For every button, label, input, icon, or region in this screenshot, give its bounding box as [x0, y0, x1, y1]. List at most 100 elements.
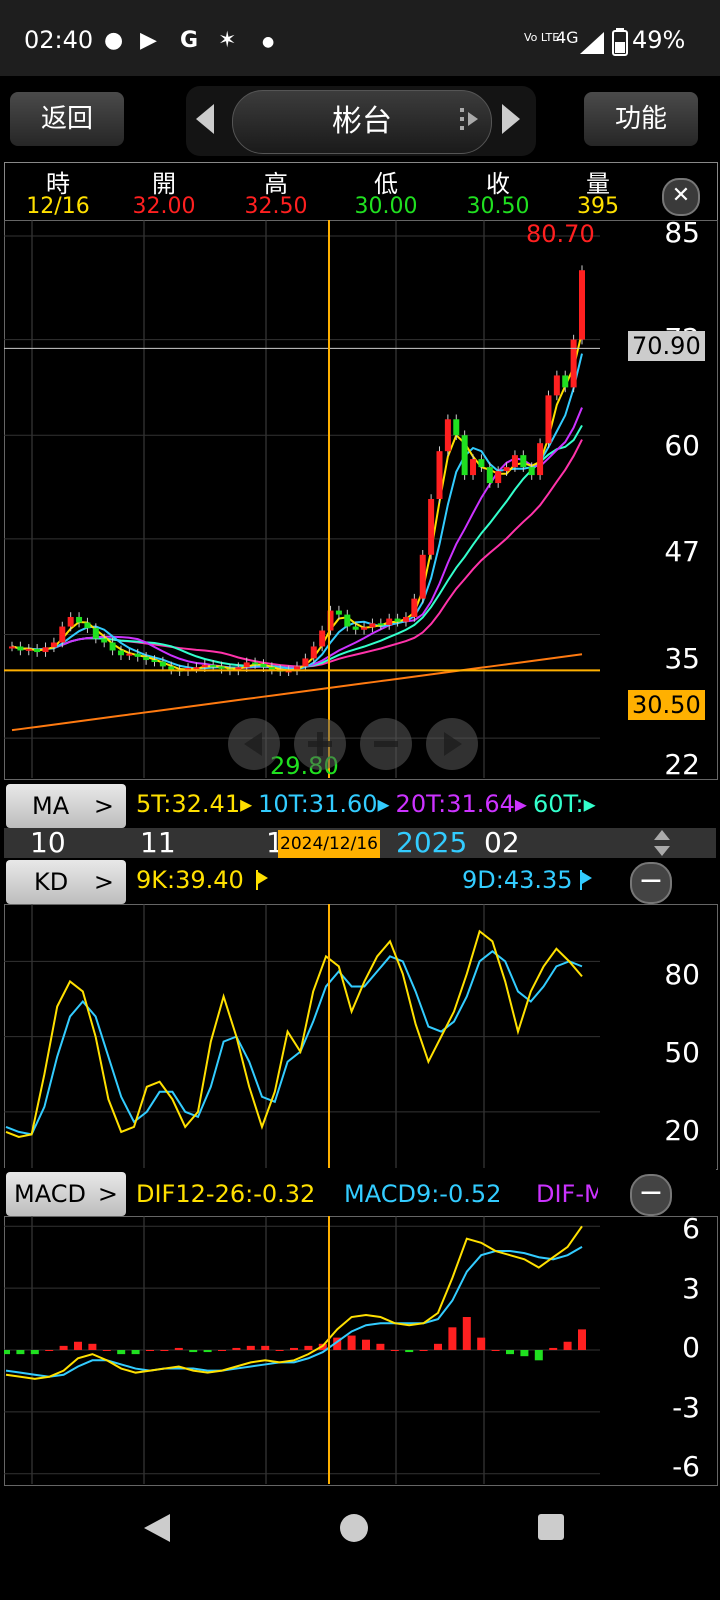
macd-histogram-bar: [506, 1350, 514, 1355]
price-chart[interactable]: [4, 220, 600, 778]
candle-body: [545, 395, 552, 444]
candle-body: [67, 616, 74, 627]
ma-value: 10T:31.60▸: [258, 790, 390, 818]
candle-body: [84, 622, 91, 629]
macd-axis-label: 0: [682, 1331, 700, 1364]
price-axis-label: 22: [664, 748, 700, 781]
macd-histogram-bar: [160, 1350, 169, 1351]
year-label: 2025: [396, 826, 468, 859]
prev-stock-icon[interactable]: [196, 104, 218, 134]
macd-axis-label: 6: [682, 1212, 700, 1245]
chevron-right-icon: >: [93, 792, 114, 820]
selected-date-tag: 2024/12/16: [278, 830, 380, 858]
macd-histogram-bar: [520, 1350, 529, 1357]
macd-axis-label: -3: [672, 1390, 700, 1424]
candle-body: [92, 628, 99, 639]
macd-button-label: MACD: [14, 1180, 86, 1208]
collapse-macd-button[interactable]: −: [630, 1174, 672, 1216]
macd-histogram-bar: [290, 1347, 298, 1350]
drag-handle-icon[interactable]: [458, 106, 480, 132]
home-nav-icon[interactable]: [338, 1512, 370, 1544]
candle-body: [402, 616, 409, 622]
candle-body: [310, 646, 317, 659]
candle-body: [243, 662, 250, 668]
macd-axis-label: 3: [682, 1271, 700, 1305]
time-label-nov: 11: [140, 826, 176, 859]
kd-axis-label: 50: [664, 1036, 700, 1069]
resize-handle-icon[interactable]: [654, 830, 670, 856]
close-icon[interactable]: ✕: [662, 178, 700, 216]
ma-button[interactable]: MA >: [6, 784, 126, 828]
play-button[interactable]: [426, 718, 478, 770]
ma-value: 5T:32.41▸: [136, 790, 253, 818]
candle-body: [419, 554, 426, 599]
macd-histogram-bar: [491, 1350, 500, 1351]
chevron-right-icon: >: [97, 1180, 118, 1208]
candle-body: [562, 375, 569, 388]
candle-body: [201, 664, 208, 668]
function-button[interactable]: 功能: [584, 92, 698, 146]
macd-histogram-bar: [189, 1350, 198, 1353]
candle-body: [151, 660, 158, 663]
youtube-icon: ▶: [140, 28, 157, 53]
volte-icon: Vo LTE: [524, 31, 560, 44]
recents-nav-icon[interactable]: [536, 1512, 566, 1542]
zoom-out-button[interactable]: [360, 718, 412, 770]
network-type: 4G: [556, 28, 579, 47]
macd-histogram-bar: [304, 1345, 313, 1350]
quote-value: 30.50: [466, 194, 530, 219]
candle-body: [537, 443, 544, 476]
macd-osc-value: DIF-M: [536, 1180, 598, 1208]
candle-body: [511, 455, 518, 468]
candle-body: [377, 623, 384, 626]
kd-d-value: 9D:43.35: [462, 866, 573, 894]
macd-histogram-bar: [45, 1350, 54, 1351]
collapse-kd-button[interactable]: −: [630, 862, 672, 904]
candle-body: [520, 455, 527, 468]
candle-body: [579, 270, 585, 340]
candle-body: [352, 626, 359, 630]
kd-button-label: KD: [34, 868, 69, 896]
flag-icon: [256, 870, 268, 890]
stock-name[interactable]: 彬台: [232, 90, 492, 154]
more-dot-icon: ●: [262, 34, 275, 50]
current-price-tag: 30.50: [628, 690, 705, 720]
macd-dif-line: [5, 1225, 583, 1380]
macd-histogram-bar: [578, 1329, 586, 1350]
candle-body: [319, 630, 326, 647]
price-axis-label: 60: [664, 428, 700, 462]
macd-button[interactable]: MACD >: [6, 1172, 126, 1216]
next-stock-icon[interactable]: [498, 104, 520, 134]
chevron-right-icon: >: [93, 868, 114, 896]
battery-icon: [612, 28, 628, 56]
macd-histogram-bar: [146, 1350, 154, 1351]
candle-body: [218, 666, 225, 669]
macd-histogram-bar: [30, 1350, 39, 1355]
candle-body: [344, 614, 351, 627]
kd-chart[interactable]: [4, 904, 600, 1168]
candle-body: [109, 642, 116, 651]
macd-histogram-bar: [405, 1350, 414, 1353]
candle-body: [570, 339, 577, 388]
back-nav-icon[interactable]: [142, 1512, 172, 1544]
candle-body: [361, 627, 368, 630]
candle-body: [168, 666, 175, 670]
kd-button[interactable]: KD >: [6, 860, 126, 904]
macd-histogram-bar: [232, 1347, 241, 1350]
signal-icon: [580, 32, 604, 54]
back-button[interactable]: 返回: [10, 92, 124, 146]
rewind-button[interactable]: [228, 718, 280, 770]
candle-body: [495, 471, 502, 484]
time-label-oct: 10: [30, 826, 66, 859]
macd-chart[interactable]: [4, 1216, 600, 1484]
candle-body: [134, 653, 141, 657]
macd-histogram-bar: [59, 1345, 68, 1350]
candle-body: [470, 459, 477, 476]
candle-body: [394, 618, 401, 622]
macd-histogram-bar: [419, 1350, 428, 1351]
zoom-in-button[interactable]: [294, 718, 346, 770]
candle-body: [34, 648, 41, 653]
candle-body: [386, 618, 393, 625]
candle-body: [210, 664, 217, 667]
macd-histogram-bar: [462, 1317, 471, 1350]
